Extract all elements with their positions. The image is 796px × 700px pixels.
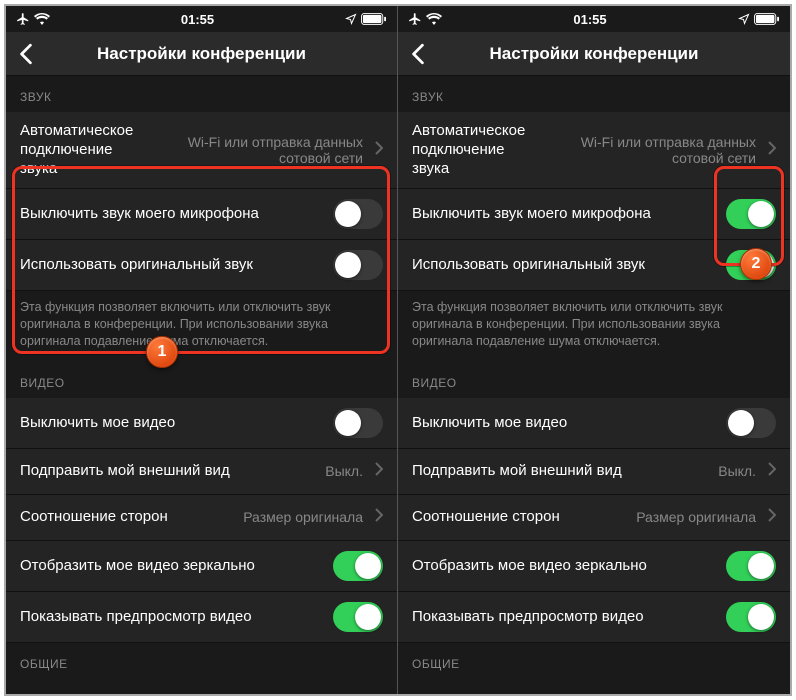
row-disable-video: Выключить мое видео — [6, 398, 397, 449]
location-icon — [345, 13, 357, 25]
screen-right: 01:55 Настройки конференции ЗВУК Автомат… — [398, 6, 790, 694]
row-disable-video: Выключить мое видео — [398, 398, 790, 449]
section-sound: ЗВУК — [6, 76, 397, 112]
step-badge: 1 — [146, 336, 178, 368]
row-aspect[interactable]: Соотношение сторон Размер оригинала — [6, 495, 397, 541]
section-general: ОБЩИЕ — [398, 643, 790, 679]
row-preview: Показывать предпросмотр видео — [6, 592, 397, 643]
toggle-orig-sound[interactable] — [333, 250, 383, 280]
toggle-preview[interactable] — [333, 602, 383, 632]
toggle-disable-video[interactable] — [333, 408, 383, 438]
status-bar: 01:55 — [398, 6, 790, 32]
section-video: ВИДЕО — [398, 362, 790, 398]
page-title: Настройки конференции — [398, 44, 790, 64]
row-orig-sound: Использовать оригинальный звук — [398, 240, 790, 291]
chevron-right-icon — [768, 462, 776, 480]
row-label: Выключить мое видео — [20, 414, 325, 433]
row-label: Автоматическое подключение звука — [412, 122, 525, 178]
row-preview: Показывать предпросмотр видео — [398, 592, 790, 643]
row-auto-audio[interactable]: Автоматическое подключение звука Wi-Fi и… — [398, 112, 790, 189]
section-general: ОБЩИЕ — [6, 643, 397, 679]
orig-sound-hint: Эта функция позволяет включить или отклю… — [398, 291, 790, 362]
back-button[interactable] — [6, 32, 46, 76]
row-label: Подправить мой внешний вид — [412, 462, 710, 481]
location-icon — [738, 13, 750, 25]
status-right — [738, 13, 780, 25]
section-video: ВИДЕО — [6, 362, 397, 398]
row-mute-mic: Выключить звук моего микрофона — [398, 189, 790, 240]
battery-icon — [754, 13, 780, 25]
status-right — [345, 13, 387, 25]
header: Настройки конференции — [6, 32, 397, 76]
row-label: Автоматическое подключение звука — [20, 122, 133, 178]
row-mirror: Отобразить мое видео зеркально — [6, 541, 397, 592]
battery-icon — [361, 13, 387, 25]
row-label: Показывать предпросмотр видео — [20, 608, 325, 627]
row-value: Wi-Fi или отправка данных сотовой сети — [141, 134, 363, 166]
row-label: Соотношение сторон — [20, 508, 235, 527]
chevron-right-icon — [375, 508, 383, 526]
toggle-disable-video[interactable] — [726, 408, 776, 438]
section-sound: ЗВУК — [398, 76, 790, 112]
comparison-frame: 01:55 Настройки конференции ЗВУК Автомат… — [4, 4, 792, 696]
row-label: Выключить мое видео — [412, 414, 718, 433]
row-label: Отобразить мое видео зеркально — [20, 557, 325, 576]
toggle-mute-mic[interactable] — [726, 199, 776, 229]
row-touch-up[interactable]: Подправить мой внешний вид Выкл. — [6, 449, 397, 495]
row-value: Размер оригинала — [636, 509, 756, 525]
toggle-mirror[interactable] — [333, 551, 383, 581]
row-label: Выключить звук моего микрофона — [20, 205, 325, 224]
row-label: Выключить звук моего микрофона — [412, 205, 718, 224]
status-left — [408, 12, 442, 26]
back-button[interactable] — [398, 32, 438, 76]
chevron-right-icon — [375, 141, 383, 159]
row-label: Использовать оригинальный звук — [20, 256, 325, 275]
step-badge: 2 — [740, 248, 772, 280]
chevron-right-icon — [768, 508, 776, 526]
row-aspect[interactable]: Соотношение сторон Размер оригинала — [398, 495, 790, 541]
status-time: 01:55 — [181, 12, 214, 27]
airplane-mode-icon — [408, 12, 422, 26]
status-time: 01:55 — [573, 12, 606, 27]
orig-sound-hint: Эта функция позволяет включить или отклю… — [6, 291, 397, 362]
chevron-left-icon — [19, 43, 33, 65]
screen-left: 01:55 Настройки конференции ЗВУК Автомат… — [6, 6, 398, 694]
row-label: Отобразить мое видео зеркально — [412, 557, 718, 576]
row-value: Wi-Fi или отправка данных сотовой сети — [533, 134, 756, 166]
row-touch-up[interactable]: Подправить мой внешний вид Выкл. — [398, 449, 790, 495]
toggle-mirror[interactable] — [726, 551, 776, 581]
wifi-icon — [34, 13, 50, 25]
row-label: Показывать предпросмотр видео — [412, 608, 718, 627]
header: Настройки конференции — [398, 32, 790, 76]
row-label: Использовать оригинальный звук — [412, 256, 718, 275]
page-title: Настройки конференции — [6, 44, 397, 64]
status-left — [16, 12, 50, 26]
row-mirror: Отобразить мое видео зеркально — [398, 541, 790, 592]
row-value: Выкл. — [325, 463, 363, 479]
row-value: Размер оригинала — [243, 509, 363, 525]
row-orig-sound: Использовать оригинальный звук — [6, 240, 397, 291]
chevron-right-icon — [375, 462, 383, 480]
chevron-right-icon — [768, 141, 776, 159]
row-value: Выкл. — [718, 463, 756, 479]
row-mute-mic: Выключить звук моего микрофона — [6, 189, 397, 240]
toggle-mute-mic[interactable] — [333, 199, 383, 229]
row-auto-audio[interactable]: Автоматическое подключение звука Wi-Fi и… — [6, 112, 397, 189]
row-label: Соотношение сторон — [412, 508, 628, 527]
chevron-left-icon — [411, 43, 425, 65]
row-label: Подправить мой внешний вид — [20, 462, 317, 481]
toggle-preview[interactable] — [726, 602, 776, 632]
wifi-icon — [426, 13, 442, 25]
status-bar: 01:55 — [6, 6, 397, 32]
airplane-mode-icon — [16, 12, 30, 26]
